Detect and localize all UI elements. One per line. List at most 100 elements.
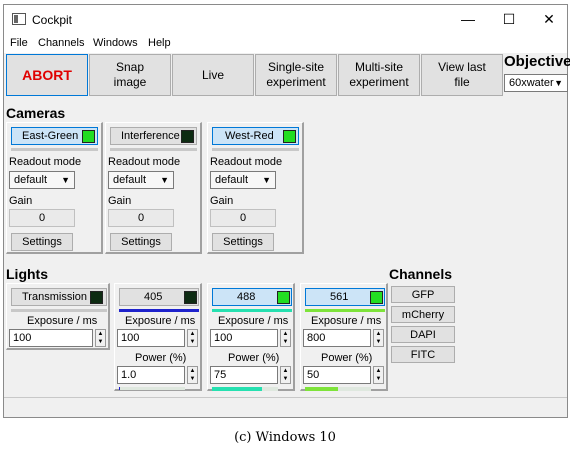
- exposure-label: Exposure / ms: [27, 315, 98, 327]
- power-label: Power (%): [228, 352, 280, 364]
- exposure-label: Exposure / ms: [218, 315, 289, 327]
- readout-mode-value: default: [113, 174, 147, 186]
- gain-value: 0: [108, 209, 174, 227]
- power-level-track: [212, 387, 278, 391]
- readout-mode-select[interactable]: default ▼: [9, 171, 75, 189]
- power-level-track: [305, 387, 371, 391]
- app-icon: [12, 13, 26, 25]
- camera-panel-interference: Interference Readout mode default ▼ Gain…: [105, 122, 202, 254]
- camera-settings-button[interactable]: Settings: [212, 233, 274, 251]
- light-name: 561: [330, 291, 349, 303]
- power-input[interactable]: 1.0: [117, 366, 185, 384]
- readout-mode-label: Readout mode: [210, 156, 283, 168]
- camera-divider: [110, 148, 197, 151]
- readout-mode-value: default: [215, 174, 249, 186]
- exposure-label: Exposure / ms: [311, 315, 382, 327]
- power-level-fill: [119, 387, 120, 390]
- live-button[interactable]: Live: [172, 54, 254, 96]
- power-input[interactable]: 50: [303, 366, 371, 384]
- chevron-down-icon: ▼: [554, 78, 563, 88]
- light-panel-561: 561 Exposure / ms 800 ▲ ▼ Power (%) 50 ▲ ▼: [300, 283, 388, 391]
- exposure-spinner[interactable]: ▲ ▼: [95, 329, 106, 347]
- minimize-icon[interactable]: —: [453, 11, 483, 27]
- readout-mode-label: Readout mode: [108, 156, 181, 168]
- power-spinner[interactable]: ▲ ▼: [373, 366, 384, 384]
- gain-label: Gain: [108, 195, 132, 207]
- light-name: Transmission: [22, 291, 87, 303]
- gain-label: Gain: [210, 195, 234, 207]
- camera-status-swatch: [283, 130, 296, 143]
- light-status-swatch: [277, 291, 290, 304]
- menu-help[interactable]: Help: [148, 37, 171, 49]
- light-toggle-405[interactable]: 405: [119, 288, 199, 306]
- menu-bar: File Channels Windows Help: [4, 35, 567, 53]
- figure-caption: (c) Windows 10: [234, 430, 336, 445]
- channels-title: Channels: [389, 266, 453, 282]
- single-site-experiment-button[interactable]: Single-site experiment: [255, 54, 337, 96]
- power-label: Power (%): [321, 352, 373, 364]
- channel-fitc-button[interactable]: FITC: [391, 346, 455, 363]
- chevron-down-icon: ▼: [160, 175, 169, 185]
- readout-mode-select[interactable]: default ▼: [108, 171, 174, 189]
- menu-channels[interactable]: Channels: [38, 37, 84, 49]
- camera-toggle-west-red[interactable]: West-Red: [212, 127, 299, 145]
- light-toggle-488[interactable]: 488: [212, 288, 292, 306]
- maximize-icon[interactable]: ☐: [494, 11, 524, 28]
- light-toggle-561[interactable]: 561: [305, 288, 385, 306]
- channel-mcherry-button[interactable]: mCherry: [391, 306, 455, 323]
- exposure-spinner[interactable]: ▲ ▼: [373, 329, 384, 347]
- channel-dapi-button[interactable]: DAPI: [391, 326, 455, 343]
- camera-settings-button[interactable]: Settings: [110, 233, 172, 251]
- power-level-fill: [305, 387, 338, 391]
- power-spinner[interactable]: ▲ ▼: [187, 366, 198, 384]
- wavelength-color-bar: [119, 309, 199, 312]
- power-label: Power (%): [135, 352, 187, 364]
- light-status-swatch: [370, 291, 383, 304]
- multi-site-experiment-button[interactable]: Multi-site experiment: [338, 54, 420, 96]
- title-bar: Cockpit — ☐ ✕: [4, 5, 567, 35]
- camera-toggle-interference[interactable]: Interference: [110, 127, 197, 145]
- exposure-input[interactable]: 100: [117, 329, 185, 347]
- exposure-input[interactable]: 800: [303, 329, 371, 347]
- abort-button[interactable]: ABORT: [6, 54, 88, 96]
- exposure-input[interactable]: 100: [210, 329, 278, 347]
- lights-title: Lights: [6, 266, 48, 282]
- camera-divider: [212, 148, 299, 151]
- exposure-input[interactable]: 100: [9, 329, 93, 347]
- readout-mode-label: Readout mode: [9, 156, 82, 168]
- camera-status-swatch: [82, 130, 95, 143]
- camera-toggle-east-green[interactable]: East-Green: [11, 127, 98, 145]
- wavelength-color-bar: [212, 309, 292, 312]
- readout-mode-value: default: [14, 174, 48, 186]
- gain-value: 0: [210, 209, 276, 227]
- status-bar: [4, 397, 567, 417]
- channel-gfp-button[interactable]: GFP: [391, 286, 455, 303]
- camera-name: West-Red: [225, 130, 274, 142]
- power-level-fill: [212, 387, 262, 391]
- light-status-swatch: [184, 291, 197, 304]
- close-icon[interactable]: ✕: [534, 11, 564, 28]
- power-input[interactable]: 75: [210, 366, 278, 384]
- snap-image-button[interactable]: Snap image: [89, 54, 171, 96]
- light-name: 488: [237, 291, 256, 303]
- camera-name: Interference: [121, 130, 180, 142]
- exposure-label: Exposure / ms: [125, 315, 196, 327]
- readout-mode-select[interactable]: default ▼: [210, 171, 276, 189]
- objective-label: Objective: [504, 53, 570, 70]
- objective-select[interactable]: 60xwater ▼: [504, 74, 568, 92]
- power-spinner[interactable]: ▲ ▼: [280, 366, 291, 384]
- light-panel-405: 405 Exposure / ms 100 ▲ ▼ Power (%) 1.0 ▲…: [114, 283, 202, 391]
- menu-file[interactable]: File: [10, 37, 28, 49]
- cameras-title: Cameras: [6, 105, 66, 121]
- camera-panel-west-red: West-Red Readout mode default ▼ Gain 0 S…: [207, 122, 304, 254]
- light-toggle-transmission[interactable]: Transmission: [11, 288, 107, 306]
- chevron-down-icon: ▼: [262, 175, 271, 185]
- camera-status-swatch: [181, 130, 194, 143]
- menu-windows[interactable]: Windows: [93, 37, 138, 49]
- camera-settings-button[interactable]: Settings: [11, 233, 73, 251]
- exposure-spinner[interactable]: ▲ ▼: [280, 329, 291, 347]
- exposure-spinner[interactable]: ▲ ▼: [187, 329, 198, 347]
- power-level-track: [119, 387, 185, 390]
- camera-divider: [11, 148, 98, 151]
- view-last-file-button[interactable]: View last file: [421, 54, 503, 96]
